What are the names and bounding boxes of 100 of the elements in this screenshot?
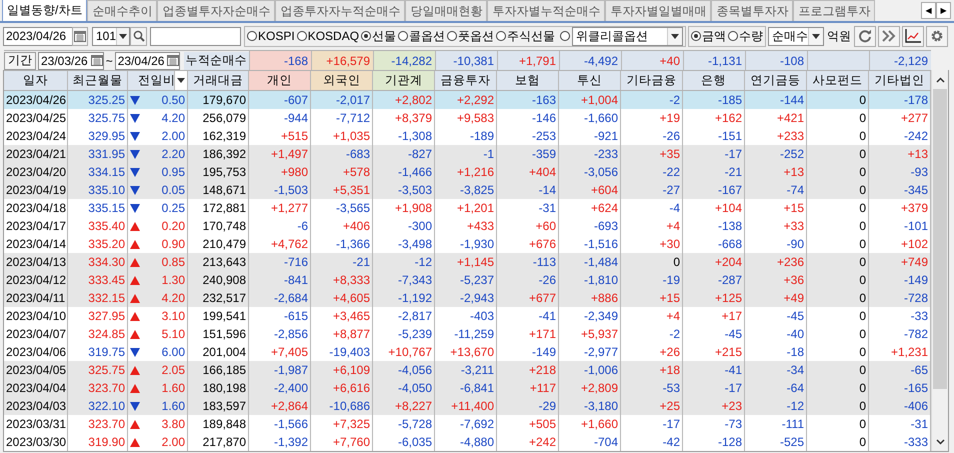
table-row[interactable]: 2023/04/26 325.25 0.50 179,670 -607 -2,017 +2,802 +2,292 -163 +1,004 -2 -185 -144 0 -178 — [4, 91, 931, 109]
column-header: 기관계 — [373, 71, 435, 90]
date-field[interactable]: 23/03/26 — [38, 52, 104, 70]
table-row[interactable]: 2023/04/18 335.15 0.25 172,881 +1,277 -3,565 +1,908 +1,201 -31 +624 -4 +104 +15 0 +379 — [4, 199, 931, 217]
radio-button[interactable] — [496, 31, 506, 41]
total-cell: +40 — [621, 51, 683, 70]
total-cell: -2,129 — [869, 51, 931, 70]
table-row[interactable]: 2023/04/13 334.30 0.85 213,643 -716 -21 -12 +1,145 -113 -1,484 0 +204 +236 0 +749 — [4, 253, 931, 271]
settings-icon — [930, 29, 944, 43]
table-cell: 4.20 — [162, 291, 185, 305]
scrollbar-thumb[interactable] — [933, 89, 947, 389]
column-header: 거래대금 — [188, 71, 249, 90]
column-header: 외국인 — [311, 71, 373, 90]
cumulative-label: 누적순매수 — [184, 52, 249, 70]
table-row[interactable]: 2023/04/07 324.85 5.10 151,596 -2,856 +8,877 -5,239 -11,259 +171 +5,937 -2 -45 -40 0 -782 — [4, 325, 931, 343]
settings-button[interactable] — [926, 26, 948, 46]
table-cell: 1.30 — [162, 273, 185, 287]
column-header: 보험 — [497, 71, 559, 90]
table-row[interactable]: 2023/04/21 331.95 2.20 186,392 +1,497 -683 -827 -1 -359 -233 +35 -17 -252 0 +13 — [4, 145, 931, 163]
tab[interactable]: 업종투자자누적순매수 — [275, 0, 406, 21]
radio-button[interactable] — [447, 31, 458, 41]
period-button[interactable]: 기간 — [4, 52, 36, 70]
chevron-down-icon[interactable] — [936, 438, 944, 444]
table-cell: 3.10 — [162, 309, 185, 323]
radio-option[interactable]: 선물 — [361, 28, 396, 44]
table-cell: 3.80 — [162, 417, 185, 431]
table-cell: 6.00 — [162, 345, 185, 359]
table-row[interactable]: 2023/04/06 319.75 6.00 201,004 +7,405 -19,403 +10,767 +13,670 -149 -2,977 +26 +215 -18 0 +1,231 — [4, 343, 931, 361]
table-row[interactable]: 2023/04/11 332.15 4.20 232,517 -2,684 +4,605 -1,192 -2,943 +677 +886 +15 +125 +49 0 -728 — [4, 289, 931, 307]
radio-option[interactable]: 풋옵션 — [447, 28, 494, 44]
table-row[interactable]: 2023/04/05 325.75 2.05 166,185 -1,987 +6,109 -4,056 -3,211 +218 -1,006 +18 -41 -34 0 -65 — [4, 361, 931, 379]
total-cell: -4,492 — [559, 51, 621, 70]
next-button[interactable] — [878, 26, 900, 46]
radio-option[interactable]: 금액 — [691, 28, 726, 44]
radio-option[interactable]: KOSPI — [247, 29, 295, 43]
table-cell: 2.00 — [162, 129, 185, 143]
radio-button[interactable] — [560, 31, 570, 41]
radio-button[interactable] — [247, 31, 257, 41]
total-cell: +1,791 — [497, 51, 559, 70]
chevron-up-icon[interactable] — [936, 76, 944, 82]
table-cell: 217,870 — [188, 433, 249, 451]
table-row[interactable]: 2023/03/30 319.90 2.00 217,870 -1,392 +7,760 -6,035 -4,880 +242 -704 -42 -128 -525 0 -333 — [4, 433, 931, 451]
table-row[interactable]: 2023/03/31 323.70 3.80 189,848 -1,566 +7,325 -5,728 -7,692 +505 +1,660 -17 -73 -111 0 -31 — [4, 415, 931, 433]
range-separator: ~ — [106, 54, 113, 68]
date-field[interactable]: 2023/04/26 — [3, 26, 73, 46]
table-row[interactable]: 2023/04/24 329.95 2.00 162,319 +515 +1,035 -1,308 -189 -253 -921 -26 -151 +233 0 -242 — [4, 127, 931, 145]
date-field[interactable]: 23/04/26 — [114, 52, 180, 70]
table-row[interactable]: 2023/04/04 323.70 1.60 180,198 -2,400 +6,616 -4,050 -6,841 +117 +2,809 -53 -17 -64 0 -165 — [4, 379, 931, 397]
column-header: 개인 — [249, 71, 311, 90]
column-header: 기타법인 — [869, 71, 931, 90]
refresh-button[interactable] — [854, 26, 876, 46]
radio-button[interactable] — [296, 31, 307, 41]
radio-option[interactable]: 수량 — [728, 28, 764, 44]
radio-option[interactable]: 콜옵션 — [398, 28, 446, 44]
chart-button[interactable] — [902, 26, 924, 46]
caret-down-icon — [812, 34, 820, 38]
table-row[interactable]: 2023/04/12 333.45 1.30 240,908 -841 +8,333 -7,343 -5,237 -26 -1,810 -19 -287 +36 0 -149 — [4, 271, 931, 289]
table-row[interactable]: 2023/04/14 335.20 0.90 210,479 +4,762 -1,366 -3,498 -1,930 +676 -1,516 +30 -668 -90 0 +102 — [4, 235, 931, 253]
table-row[interactable]: 2023/04/17 335.40 0.20 170,748 -6 +406 -300 +433 +60 -693 +4 -138 +33 0 -101 — [4, 217, 931, 235]
tab[interactable]: 종목별투자자 — [711, 0, 794, 21]
column-header: 연기금등 — [745, 71, 807, 90]
tab[interactable]: 프로그램투자 — [793, 0, 876, 21]
radio-option[interactable]: KOSDAQ — [296, 29, 360, 43]
tab-scroll-button[interactable]: ◀ — [921, 2, 936, 19]
radio-button[interactable] — [361, 31, 372, 41]
table-cell: 2023/03/30 — [4, 433, 68, 451]
table-cell: +242 — [497, 433, 559, 451]
calendar-button[interactable] — [72, 26, 88, 46]
table-cell: 1.60 — [162, 381, 185, 395]
code-combo[interactable]: 101 — [92, 26, 130, 46]
caret-down-icon — [177, 78, 185, 83]
tab-scroll-button[interactable]: ▶ — [936, 2, 951, 19]
table-row[interactable]: 2023/04/03 322.10 1.60 183,597 +2,864 -10,686 +8,227 +11,400 -29 -3,180 +25 +23 -12 0 -406 — [4, 397, 931, 415]
mode-combo[interactable]: 순매수 — [768, 26, 824, 46]
dropdown-button[interactable] — [174, 71, 187, 90]
search-field[interactable] — [150, 26, 241, 46]
option-combo[interactable]: 위클리콜옵션 — [572, 26, 684, 46]
radio-button[interactable] — [691, 31, 702, 41]
double-chevron-icon — [882, 30, 896, 42]
table-row[interactable]: 2023/04/19 335.10 0.05 148,671 -1,503 +5,351 -3,503 -3,825 -14 +604 -27 -167 -74 0 -345 — [4, 181, 931, 199]
tab[interactable]: 투자자별일별매매 — [605, 0, 712, 21]
column-header: 사모펀드 — [807, 71, 869, 90]
radio-option[interactable]: 주식선물 — [496, 28, 556, 44]
column-header: 투신 — [559, 71, 621, 90]
tab[interactable]: 업종별투자자순매수 — [157, 0, 276, 21]
total-cell: +16,579 — [311, 51, 373, 70]
table-row[interactable]: 2023/04/10 327.95 3.10 199,541 -615 +3,465 -2,817 -403 -41 -2,349 +4 +17 -45 0 -33 — [4, 307, 931, 325]
column-header: 금융투자 — [435, 71, 497, 90]
tab[interactable]: 일별동향/차트 — [2, 0, 88, 21]
tab[interactable]: 당일매매현황 — [405, 0, 488, 21]
radio-button[interactable] — [728, 31, 738, 41]
search-button[interactable] — [130, 26, 147, 46]
radio-button[interactable] — [398, 31, 408, 41]
table-cell: 2.05 — [162, 363, 185, 377]
table-row[interactable]: 2023/04/20 334.15 0.95 195,753 +980 +578 -1,466 +1,216 +404 -3,056 -22 -21 +13 0 -93 — [4, 163, 931, 181]
table-row[interactable]: 2023/04/25 325.75 4.20 256,079 -944 -7,712 +8,379 +9,583 -146 -1,660 +19 +162 +421 0 +277 — [4, 109, 931, 127]
table-cell: -128 — [683, 433, 745, 451]
tab[interactable]: 순매수추이 — [87, 0, 158, 21]
tab[interactable]: 투자자별누적순매수 — [487, 0, 606, 21]
table-cell: 2.20 — [162, 147, 185, 161]
